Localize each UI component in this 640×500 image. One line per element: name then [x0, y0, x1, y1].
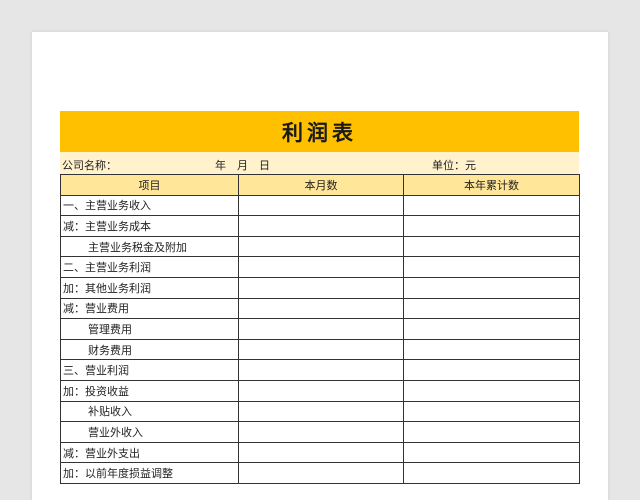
row-item-label: 补贴收入	[60, 400, 239, 423]
table-row: 三、营业利润	[60, 359, 580, 381]
table-row: 减：营业费用	[60, 297, 580, 320]
cell-year-to-date[interactable]	[403, 235, 580, 258]
cell-this-month[interactable]	[238, 462, 404, 484]
cell-year-to-date[interactable]	[403, 338, 580, 361]
statement-table: 项目 本月数 本年累计数 一、主营业务收入 减：主营业务成本 主营业务税金及附加 二、…	[60, 174, 580, 484]
cell-this-month[interactable]	[238, 441, 404, 464]
row-item-label: 减：主营业务成本	[60, 215, 239, 237]
table-header-row: 项目 本月数 本年累计数	[60, 174, 580, 196]
table-row: 加：投资收益	[60, 379, 580, 402]
table-row: 财务费用	[60, 338, 580, 361]
cell-this-month[interactable]	[238, 256, 404, 278]
row-item-label: 主营业务税金及附加	[60, 235, 239, 258]
cell-this-month[interactable]	[238, 276, 404, 299]
header-this-month: 本月数	[238, 174, 404, 196]
table-row: 主营业务税金及附加	[60, 235, 580, 258]
row-item-label: 管理费用	[60, 318, 239, 340]
profit-statement-sheet: 利润表 公司名称： 年 月 日 单位：元 项目 本月数 本年累计数 一、主营业务…	[60, 111, 580, 484]
row-item-label: 营业外收入	[60, 421, 239, 443]
cell-this-month[interactable]	[238, 235, 404, 258]
row-item-label: 二、主营业务利润	[60, 256, 239, 278]
statement-title: 利润表	[60, 111, 579, 152]
row-item-label: 加：其他业务利润	[60, 276, 239, 299]
cell-this-month[interactable]	[238, 359, 404, 381]
table-row: 营业外收入	[60, 421, 580, 443]
row-item-label: 减：营业费用	[60, 297, 239, 320]
cell-year-to-date[interactable]	[403, 462, 580, 484]
unit-label: 单位：元	[432, 159, 476, 172]
company-name-label: 公司名称：	[62, 159, 117, 172]
table-row: 管理费用	[60, 318, 580, 340]
row-item-label: 加：投资收益	[60, 379, 239, 402]
cell-year-to-date[interactable]	[403, 379, 580, 402]
cell-year-to-date[interactable]	[403, 421, 580, 443]
cell-year-to-date[interactable]	[403, 276, 580, 299]
cell-year-to-date[interactable]	[403, 194, 580, 217]
header-year-to-date: 本年累计数	[403, 174, 580, 196]
row-item-label: 减：营业外支出	[60, 441, 239, 464]
table-row: 二、主营业务利润	[60, 256, 580, 278]
info-row: 公司名称： 年 月 日 单位：元	[60, 152, 579, 174]
header-item: 项目	[60, 174, 239, 196]
table-row: 减：营业外支出	[60, 441, 580, 464]
table-row: 加：其他业务利润	[60, 276, 580, 299]
cell-this-month[interactable]	[238, 379, 404, 402]
cell-year-to-date[interactable]	[403, 318, 580, 340]
table-row: 一、主营业务收入	[60, 194, 580, 217]
table-row: 加：以前年度损益调整	[60, 462, 580, 484]
cell-year-to-date[interactable]	[403, 215, 580, 237]
cell-this-month[interactable]	[238, 338, 404, 361]
cell-this-month[interactable]	[238, 297, 404, 320]
cell-this-month[interactable]	[238, 421, 404, 443]
cell-this-month[interactable]	[238, 215, 404, 237]
date-label: 年 月 日	[215, 159, 270, 172]
cell-year-to-date[interactable]	[403, 297, 580, 320]
row-item-label: 加：以前年度损益调整	[60, 462, 239, 484]
cell-year-to-date[interactable]	[403, 256, 580, 278]
cell-year-to-date[interactable]	[403, 359, 580, 381]
cell-this-month[interactable]	[238, 194, 404, 217]
table-row: 减：主营业务成本	[60, 215, 580, 237]
row-item-label: 一、主营业务收入	[60, 194, 239, 217]
cell-this-month[interactable]	[238, 400, 404, 423]
row-item-label: 三、营业利润	[60, 359, 239, 381]
cell-year-to-date[interactable]	[403, 441, 580, 464]
cell-this-month[interactable]	[238, 318, 404, 340]
table-row: 补贴收入	[60, 400, 580, 423]
row-item-label: 财务费用	[60, 338, 239, 361]
cell-year-to-date[interactable]	[403, 400, 580, 423]
